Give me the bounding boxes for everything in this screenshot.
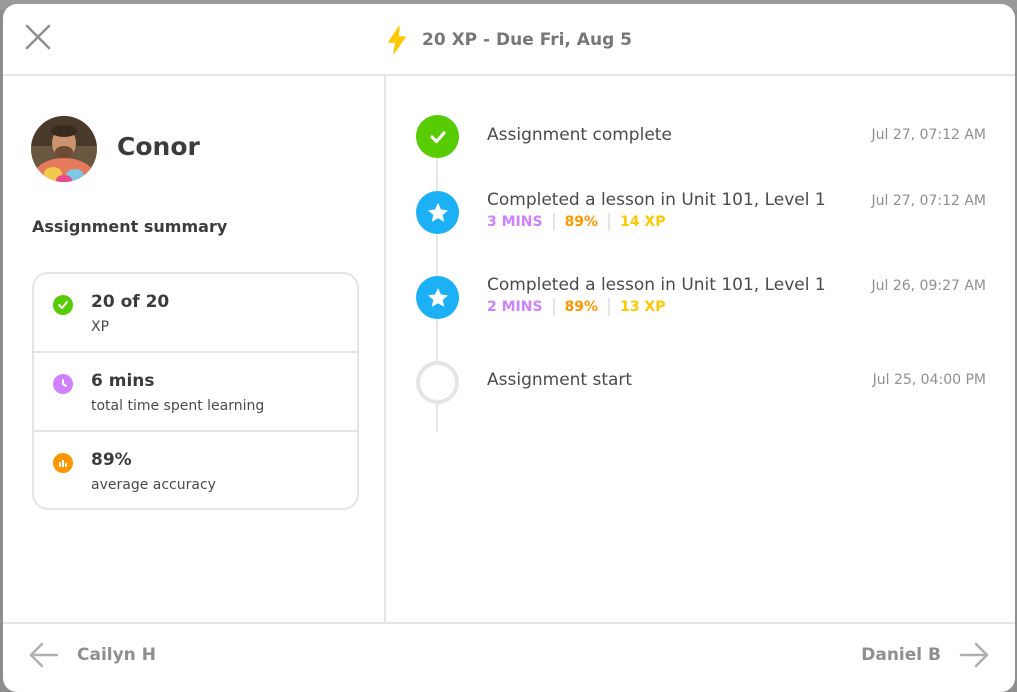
stat-value: 20 of 20	[91, 292, 170, 312]
event-time: Jul 26, 09:27 AM	[871, 278, 986, 294]
check-marker-icon	[416, 115, 459, 158]
divider	[608, 298, 611, 316]
stat-row-time: 6 mins total time spent learning	[34, 353, 357, 432]
stat-label: total time spent learning	[91, 398, 265, 414]
event-minutes: 3 MINS	[487, 214, 543, 230]
event-accuracy: 89%	[564, 214, 599, 230]
divider	[552, 298, 555, 316]
next-student-button[interactable]: Daniel B	[861, 642, 989, 668]
header-title-wrap: 20 XP - Due Fri, Aug 5	[3, 26, 1015, 54]
empty-marker-icon	[416, 361, 459, 404]
event-xp: 13 XP	[620, 299, 666, 315]
student-assignment-modal: 20 XP - Due Fri, Aug 5 Conor Assignment …	[3, 4, 1015, 692]
arrow-right-icon	[959, 642, 989, 668]
star-marker-icon	[416, 191, 459, 234]
check-circle-icon	[53, 295, 73, 315]
event-stats: 3 MINS 89% 14 XP	[487, 213, 666, 231]
event-xp: 14 XP	[620, 214, 666, 230]
previous-student-label: Cailyn H	[77, 645, 156, 665]
stat-row-xp: 20 of 20 XP	[34, 274, 357, 353]
event-time: Jul 27, 07:12 AM	[871, 193, 986, 209]
modal-footer: Cailyn H Daniel B	[3, 622, 1015, 692]
next-student-label: Daniel B	[861, 645, 941, 665]
event-time: Jul 27, 07:12 AM	[871, 127, 986, 143]
stat-value: 89%	[91, 450, 132, 470]
event-title: Completed a lesson in Unit 101, Level 1	[487, 275, 826, 295]
divider	[552, 213, 555, 231]
clock-icon	[53, 374, 73, 394]
star-marker-icon	[416, 276, 459, 319]
stat-value: 6 mins	[91, 371, 155, 391]
event-title: Assignment start	[487, 370, 633, 390]
summary-card: 20 of 20 XP 6 mins total time spent lear…	[32, 272, 359, 510]
event-title: Completed a lesson in Unit 101, Level 1	[487, 190, 826, 210]
previous-student-button[interactable]: Cailyn H	[29, 642, 156, 668]
bar-chart-icon	[53, 453, 73, 473]
stat-label: XP	[91, 319, 110, 335]
event-time: Jul 25, 04:00 PM	[872, 372, 986, 388]
student-summary-pane: Conor Assignment summary 20 of 20 XP 6 m…	[3, 76, 386, 622]
event-minutes: 2 MINS	[487, 299, 543, 315]
arrow-left-icon	[29, 642, 59, 668]
stat-label: average accuracy	[91, 477, 216, 493]
avatar	[31, 116, 97, 182]
assignment-title: 20 XP - Due Fri, Aug 5	[422, 30, 632, 50]
activity-timeline-pane: Assignment complete Jul 27, 07:12 AM Com…	[388, 76, 1015, 622]
divider	[608, 213, 611, 231]
modal-header: 20 XP - Due Fri, Aug 5	[3, 4, 1015, 76]
summary-heading: Assignment summary	[32, 217, 228, 236]
event-accuracy: 89%	[564, 299, 599, 315]
stat-row-accuracy: 89% average accuracy	[34, 432, 357, 508]
lightning-bolt-icon	[388, 26, 406, 54]
event-title: Assignment complete	[487, 125, 672, 145]
student-name: Conor	[117, 132, 200, 161]
event-stats: 2 MINS 89% 13 XP	[487, 298, 666, 316]
